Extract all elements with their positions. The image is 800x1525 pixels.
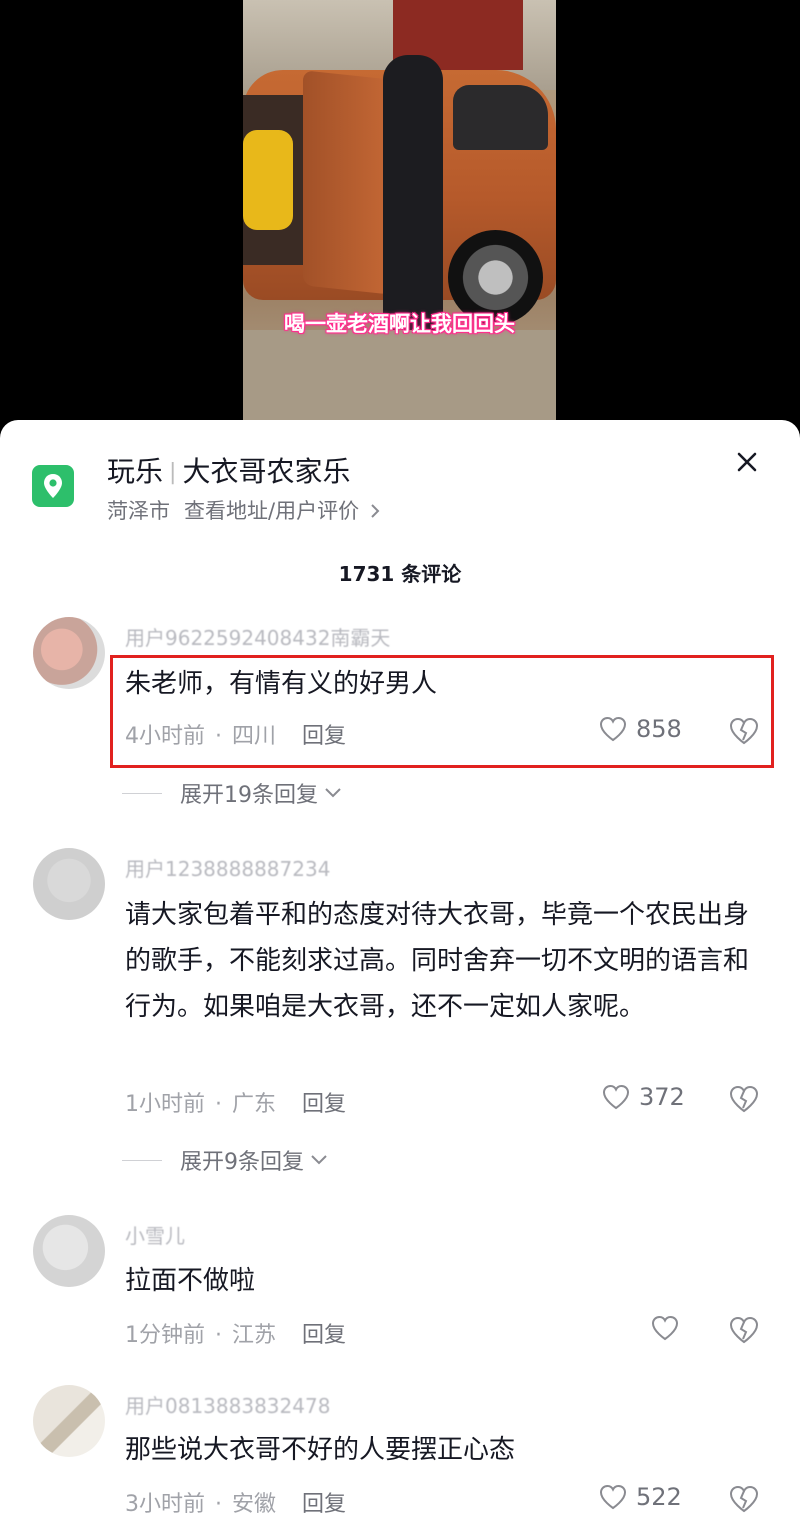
location-pin-icon [32,465,74,507]
comment-username[interactable]: 用户0813883832478 [125,1390,330,1419]
comment-meta: 3小时前 · 安徽 回复 [125,1492,347,1517]
like-count: 372 [639,1083,685,1111]
like-button[interactable]: 522 [598,1483,682,1511]
comments-sheet: 玩乐 | 大衣哥农家乐 菏泽市 查看地址/用户评价 1731 条评论 用户962259… [0,420,800,1525]
video-car-window [453,85,548,150]
avatar[interactable] [33,1385,105,1457]
comment-text[interactable]: 拉面不做啦 [125,1258,765,1304]
broken-heart-icon [729,1085,759,1113]
heart-icon [599,1484,627,1510]
broken-heart-icon [729,1316,759,1344]
comment-count: 1731 条评论 [338,562,462,586]
comment-time: 1小时前 [125,1092,205,1117]
heart-icon [651,1315,679,1341]
comment-time: 3小时前 [125,1492,205,1517]
comment-region: 安徽 [232,1492,277,1517]
comment-meta: 1小时前 · 广东 回复 [125,1092,347,1117]
video-ground [243,330,556,425]
reply-button[interactable]: 回复 [302,1323,346,1348]
like-count: 522 [636,1483,682,1511]
comment-text[interactable]: 请大家包着平和的态度对待大衣哥，毕竟一个农民出身的歌手，不能刻求过高。同时舍弃一… [125,892,765,1030]
dislike-button[interactable] [728,1484,760,1516]
expand-replies-label: 展开19条回复 [180,783,318,808]
comment-username[interactable]: 用户1238888887234 [125,853,330,882]
reply-button[interactable]: 回复 [302,1492,346,1517]
chevron-down-icon [325,788,341,798]
comment-region: 广东 [232,1092,277,1117]
avatar[interactable] [33,1215,105,1287]
chevron-right-icon [371,504,380,518]
like-button[interactable]: 372 [601,1083,685,1111]
comment-text[interactable]: 那些说大衣哥不好的人要摆正心态 [125,1427,765,1473]
close-icon [737,452,757,472]
comment-username[interactable]: 小雪儿 [125,1220,185,1249]
video-frame[interactable]: 喝一壶老酒啊让我回回头 [243,0,556,425]
video-player[interactable]: 喝一壶老酒啊让我回回头 [0,0,800,440]
comment-region: 江苏 [232,1323,277,1348]
poi-separator: | [169,460,177,485]
chevron-down-icon [311,1155,327,1165]
poi-title[interactable]: 玩乐 | 大衣哥农家乐 [107,450,350,490]
avatar[interactable] [33,617,105,689]
poi-card[interactable]: 玩乐 | 大衣哥农家乐 菏泽市 查看地址/用户评价 [0,420,800,530]
poi-address-link[interactable]: 查看地址/用户评价 [184,499,359,523]
highlight-box [110,655,774,768]
video-subtitle: 喝一壶老酒啊让我回回头 [284,312,515,336]
comment-time: 1分钟前 [125,1323,205,1348]
expand-replies-button[interactable]: 展开9条回复 [122,1144,328,1176]
comment-meta: 1分钟前 · 江苏 回复 [125,1323,347,1348]
video-car-door [303,70,393,295]
reply-button[interactable]: 回复 [302,1092,346,1117]
poi-name: 大衣哥农家乐 [182,455,351,488]
comment-username[interactable]: 用户9622592408432南霸天 [125,622,390,651]
poi-city: 菏泽市 [107,499,170,523]
dislike-button[interactable] [728,1315,760,1347]
like-button[interactable] [650,1314,688,1342]
broken-heart-icon [729,1485,759,1513]
close-button[interactable] [733,448,761,476]
heart-icon [602,1084,630,1110]
video-passenger [243,130,293,230]
expand-replies-label: 展开9条回复 [180,1150,304,1175]
avatar[interactable] [33,848,105,920]
poi-subtitle[interactable]: 菏泽市 查看地址/用户评价 [107,495,380,525]
expand-replies-button[interactable]: 展开19条回复 [122,777,342,809]
poi-category: 玩乐 [107,455,164,488]
dislike-button[interactable] [728,1084,760,1116]
